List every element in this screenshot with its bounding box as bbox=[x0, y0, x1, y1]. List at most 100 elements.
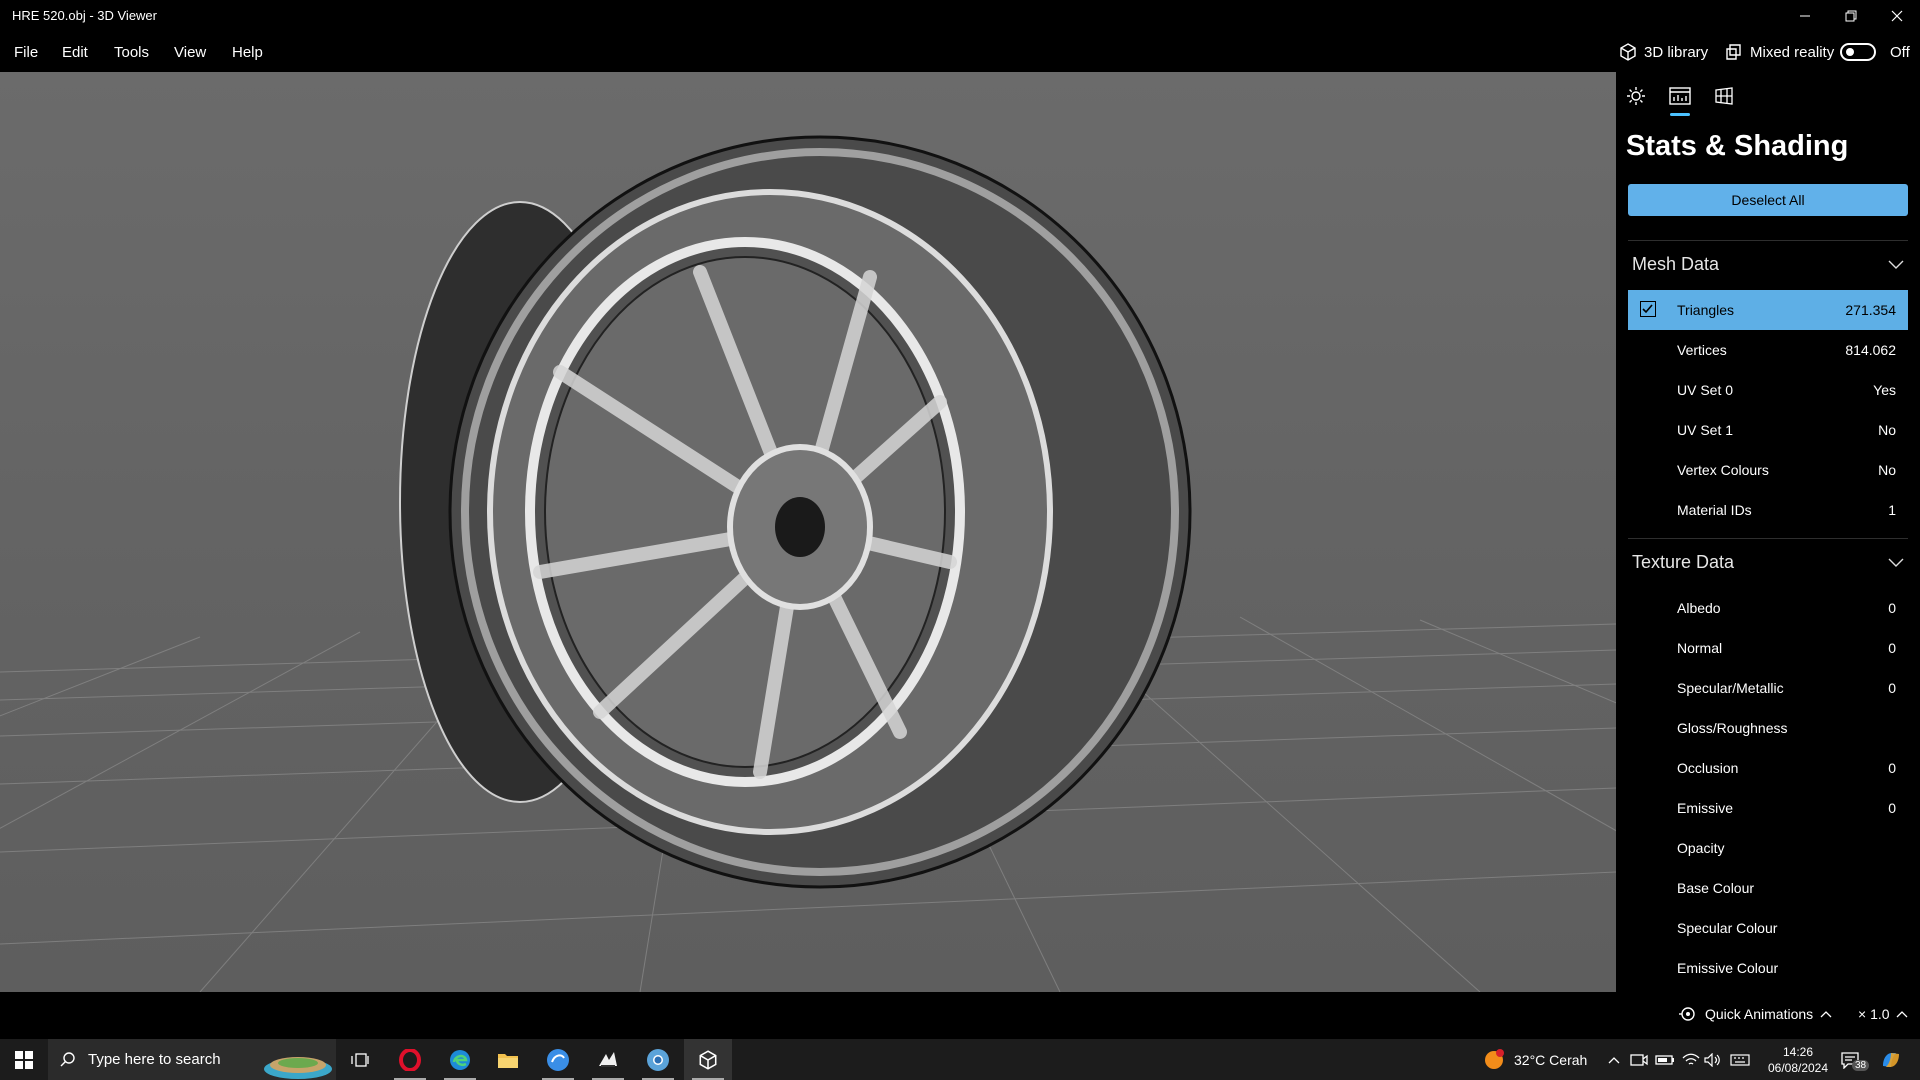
3d-viewport[interactable] bbox=[0, 72, 1616, 992]
restore-icon bbox=[1845, 10, 1857, 22]
menu-file[interactable]: File bbox=[14, 44, 38, 61]
tray-keyboard[interactable] bbox=[1730, 1039, 1750, 1080]
row-value: Yes bbox=[1873, 382, 1896, 398]
texture-row-specular-metallic[interactable]: Specular/Metallic 0 bbox=[1628, 668, 1908, 708]
taskbar-3d-viewer[interactable] bbox=[684, 1039, 732, 1080]
app-icon bbox=[547, 1048, 569, 1071]
tab-stats-shading[interactable] bbox=[1668, 82, 1692, 116]
texture-row-emissive-colour[interactable]: Emissive Colour bbox=[1628, 948, 1908, 988]
mesh-row-uv-set-0[interactable]: UV Set 0 Yes bbox=[1628, 370, 1908, 410]
stats-icon bbox=[1669, 87, 1691, 105]
menu-edit[interactable]: Edit bbox=[62, 44, 88, 61]
deselect-all-button[interactable]: Deselect All bbox=[1628, 184, 1908, 216]
quick-animations-button[interactable]: Quick Animations bbox=[1678, 1006, 1832, 1022]
texture-row-normal[interactable]: Normal 0 bbox=[1628, 628, 1908, 668]
taskbar-app-bird[interactable] bbox=[584, 1039, 632, 1080]
taskbar-opera[interactable] bbox=[386, 1039, 434, 1080]
taskbar-chrome[interactable] bbox=[634, 1039, 682, 1080]
playback-speed[interactable]: × 1.0 bbox=[1858, 1006, 1908, 1022]
row-value: No bbox=[1878, 462, 1896, 478]
opera-icon bbox=[399, 1048, 421, 1071]
taskbar-app-blue[interactable] bbox=[534, 1039, 582, 1080]
title-bar: HRE 520.obj - 3D Viewer bbox=[0, 0, 1920, 32]
row-label: Base Colour bbox=[1677, 880, 1755, 896]
chevron-up-icon bbox=[1896, 1011, 1907, 1018]
row-value: 1 bbox=[1888, 502, 1896, 518]
mixed-reality-toggle[interactable]: Off bbox=[1840, 40, 1910, 64]
tray-wifi[interactable] bbox=[1682, 1039, 1700, 1080]
toggle-switch[interactable] bbox=[1840, 43, 1876, 61]
status-bar: Quick Animations × 1.0 bbox=[0, 992, 1920, 1039]
row-value: No bbox=[1878, 422, 1896, 438]
taskbar-file-explorer[interactable] bbox=[484, 1039, 532, 1080]
task-view-button[interactable] bbox=[336, 1039, 384, 1080]
texture-row-albedo[interactable]: Albedo 0 bbox=[1628, 588, 1908, 628]
camera-icon bbox=[1630, 1053, 1648, 1066]
notification-badge: 38 bbox=[1852, 1060, 1870, 1071]
task-view-icon bbox=[351, 1052, 369, 1067]
texture-row-gloss-roughness[interactable]: Gloss/Roughness bbox=[1628, 708, 1908, 748]
search-icon bbox=[60, 1052, 75, 1067]
texture-row-emissive[interactable]: Emissive 0 bbox=[1628, 788, 1908, 828]
taskbar: Type here to search 32°C Cerah 14:26 06/… bbox=[0, 1039, 1920, 1080]
mesh-data-header[interactable]: Mesh Data bbox=[1632, 254, 1719, 275]
row-label: Material IDs bbox=[1677, 502, 1752, 518]
menu-view[interactable]: View bbox=[174, 44, 206, 61]
mesh-row-material-ids[interactable]: Material IDs 1 bbox=[1628, 490, 1908, 530]
row-label: Specular/Metallic bbox=[1677, 680, 1784, 696]
texture-row-base-colour[interactable]: Base Colour bbox=[1628, 868, 1908, 908]
minimize-icon bbox=[1800, 15, 1810, 17]
texture-row-occlusion[interactable]: Occlusion 0 bbox=[1628, 748, 1908, 788]
grid-icon bbox=[1715, 87, 1733, 105]
wheel-model bbox=[399, 135, 1192, 889]
mesh-row-uv-set-1[interactable]: UV Set 1 No bbox=[1628, 410, 1908, 450]
menu-help[interactable]: Help bbox=[232, 44, 263, 61]
notification-center[interactable]: 38 bbox=[1840, 1039, 1870, 1080]
battery-icon bbox=[1655, 1054, 1674, 1065]
row-label: UV Set 1 bbox=[1677, 422, 1734, 438]
3d-library-button[interactable]: 3D library bbox=[1618, 40, 1708, 64]
mixed-reality-icon bbox=[1726, 44, 1741, 60]
chevron-down-icon[interactable] bbox=[1888, 260, 1904, 270]
chevron-up-icon bbox=[1820, 1011, 1832, 1018]
close-button[interactable] bbox=[1874, 0, 1920, 32]
cube-icon bbox=[1620, 43, 1636, 61]
checkbox[interactable] bbox=[1640, 301, 1656, 317]
search-placeholder: Type here to search bbox=[88, 1051, 221, 1068]
taskbar-search[interactable]: Type here to search bbox=[48, 1039, 336, 1080]
start-button[interactable] bbox=[0, 1039, 48, 1080]
mixed-reality-button[interactable]: Mixed reality bbox=[1724, 40, 1834, 64]
row-label: UV Set 0 bbox=[1677, 382, 1734, 398]
toggle-knob bbox=[1846, 48, 1854, 56]
speaker-icon bbox=[1704, 1052, 1720, 1067]
taskbar-edge[interactable] bbox=[436, 1039, 484, 1080]
close-icon bbox=[1891, 10, 1903, 22]
clock[interactable]: 14:26 06/08/2024 bbox=[1768, 1039, 1828, 1080]
tray-show-hidden[interactable] bbox=[1608, 1039, 1620, 1080]
tray-battery[interactable] bbox=[1655, 1039, 1675, 1080]
mesh-row-triangles[interactable]: Triangles 271.354 bbox=[1628, 290, 1908, 330]
row-value: 0 bbox=[1888, 680, 1896, 696]
weather-text: 32°C Cerah bbox=[1514, 1051, 1588, 1068]
copilot-icon bbox=[1883, 1052, 1899, 1067]
weather-widget[interactable]: 32°C Cerah bbox=[1482, 1039, 1587, 1080]
windows-logo-icon bbox=[15, 1050, 33, 1069]
row-label: Triangles bbox=[1677, 302, 1735, 318]
tray-volume[interactable] bbox=[1704, 1039, 1722, 1080]
menu-tools[interactable]: Tools bbox=[114, 44, 149, 61]
row-label: Emissive Colour bbox=[1677, 960, 1779, 976]
tab-mesh-grid[interactable] bbox=[1712, 82, 1736, 110]
copilot-button[interactable] bbox=[1880, 1039, 1902, 1080]
tab-lighting[interactable] bbox=[1624, 82, 1648, 110]
mesh-row-vertex-colours[interactable]: Vertex Colours No bbox=[1628, 450, 1908, 490]
tray-icon-meet[interactable] bbox=[1630, 1039, 1648, 1080]
minimize-button[interactable] bbox=[1782, 0, 1828, 32]
row-value: 0 bbox=[1888, 600, 1896, 616]
speed-value: × 1.0 bbox=[1858, 1006, 1890, 1022]
restore-button[interactable] bbox=[1828, 0, 1874, 32]
chevron-down-icon[interactable] bbox=[1888, 558, 1904, 568]
mesh-row-vertices[interactable]: Vertices 814.062 bbox=[1628, 330, 1908, 370]
texture-row-opacity[interactable]: Opacity bbox=[1628, 828, 1908, 868]
texture-row-specular-colour[interactable]: Specular Colour bbox=[1628, 908, 1908, 948]
texture-data-header[interactable]: Texture Data bbox=[1632, 552, 1734, 573]
